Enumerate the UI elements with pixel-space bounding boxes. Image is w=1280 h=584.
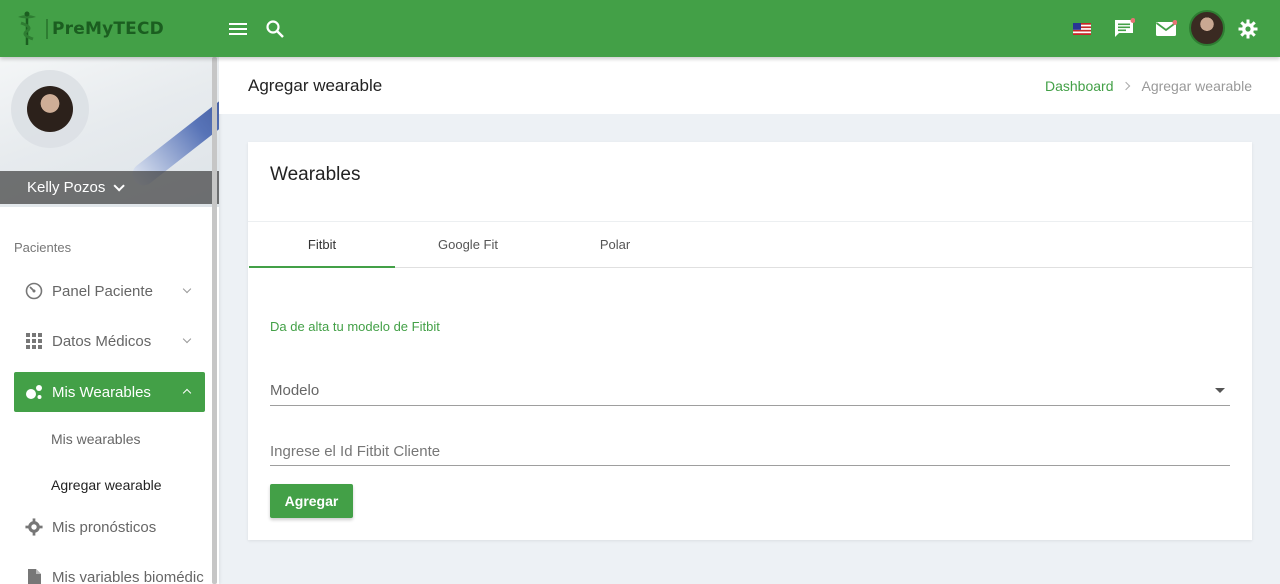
sidebar-section-label: Pacientes xyxy=(14,240,72,255)
sidebar-item-label: Mis pronósticos xyxy=(52,518,157,536)
sidebar-item-datos-medicos[interactable]: Datos Médicos xyxy=(14,321,205,361)
chevron-right-icon xyxy=(1122,81,1131,91)
us-flag-icon xyxy=(1073,23,1091,35)
language-button[interactable] xyxy=(1068,15,1096,43)
page-title: Agregar wearable xyxy=(248,76,383,95)
sidebar-item-label: Datos Médicos xyxy=(52,332,152,350)
file-icon xyxy=(25,568,43,584)
search-icon xyxy=(266,20,284,38)
menu-button[interactable] xyxy=(224,15,252,43)
model-select[interactable]: Modelo xyxy=(270,377,1230,406)
card-title: Wearables xyxy=(270,164,361,185)
user-avatar[interactable] xyxy=(1189,10,1225,46)
breadcrumb-current: Agregar wearable xyxy=(1141,78,1252,94)
sidebar-item-mis-variables[interactable]: Mis variables biomédic xyxy=(14,557,209,584)
grid-icon xyxy=(25,332,43,350)
sidebar-subitem-mis-wearables[interactable]: Mis wearables xyxy=(51,431,140,447)
mail-button[interactable] xyxy=(1152,15,1180,43)
messages-button[interactable] xyxy=(1110,15,1138,43)
wearable-tabs: Fitbit Google Fit Polar xyxy=(249,222,1252,268)
settings-button[interactable] xyxy=(1234,15,1262,43)
chat-icon xyxy=(1115,18,1135,37)
sidebar-item-label: Panel Paciente xyxy=(52,282,153,300)
gauge-icon xyxy=(25,282,43,300)
sidebar-item-panel-paciente[interactable]: Panel Paciente xyxy=(14,271,205,311)
sidebar-scrollbar[interactable] xyxy=(212,57,217,584)
sidebar-item-label: Mis variables biomédic xyxy=(52,568,204,584)
tab-google-fit[interactable]: Google Fit xyxy=(395,222,541,267)
sidebar-subitem-agregar-wearable[interactable]: Agregar wearable xyxy=(51,477,162,493)
model-select-value: Modelo xyxy=(270,382,320,399)
chevron-up-icon xyxy=(182,388,192,398)
bubbles-icon xyxy=(25,383,43,401)
cog-icon xyxy=(25,518,43,536)
breadcrumb-home-link[interactable]: Dashboard xyxy=(1045,78,1114,94)
chevron-down-icon xyxy=(182,334,192,344)
sidebar-item-mis-wearables[interactable]: Mis Wearables xyxy=(14,372,205,412)
profile-banner: Kelly Pozos xyxy=(0,57,219,207)
tab-fitbit[interactable]: Fitbit xyxy=(249,222,395,268)
mail-icon xyxy=(1155,20,1177,36)
tab-polar[interactable]: Polar xyxy=(542,222,688,267)
wearables-card: Wearables Fitbit Google Fit Polar Da de … xyxy=(248,142,1252,540)
add-wearable-button[interactable]: Agregar xyxy=(270,484,353,518)
profile-name: Kelly Pozos xyxy=(27,179,106,196)
breadcrumb: Dashboard Agregar wearable xyxy=(1045,78,1252,94)
chevron-down-icon xyxy=(182,284,192,294)
content-header: Agregar wearable Dashboard Agregar weara… xyxy=(219,57,1280,114)
brand-logo[interactable]: PreMyTECD xyxy=(14,10,164,48)
sidebar-item-label: Mis Wearables xyxy=(52,383,151,401)
profile-avatar[interactable] xyxy=(27,86,73,132)
form-hint: Da de alta tu modelo de Fitbit xyxy=(270,319,440,334)
top-bar: PreMyTECD xyxy=(0,0,1280,57)
menu-icon xyxy=(229,23,247,35)
brand-name: PreMyTECD xyxy=(46,19,164,39)
profile-menu-toggle[interactable]: Kelly Pozos xyxy=(0,171,219,204)
sidebar-item-mis-pronosticos[interactable]: Mis pronósticos xyxy=(14,507,205,547)
chevron-down-icon xyxy=(113,179,126,192)
sidebar: Kelly Pozos Pacientes Panel Paciente Dat… xyxy=(0,57,219,584)
settings-icon xyxy=(1238,19,1258,39)
fitbit-client-id-input[interactable] xyxy=(270,437,1230,466)
caduceus-icon xyxy=(14,11,40,47)
caret-down-icon xyxy=(1215,388,1225,393)
search-button[interactable] xyxy=(261,15,289,43)
